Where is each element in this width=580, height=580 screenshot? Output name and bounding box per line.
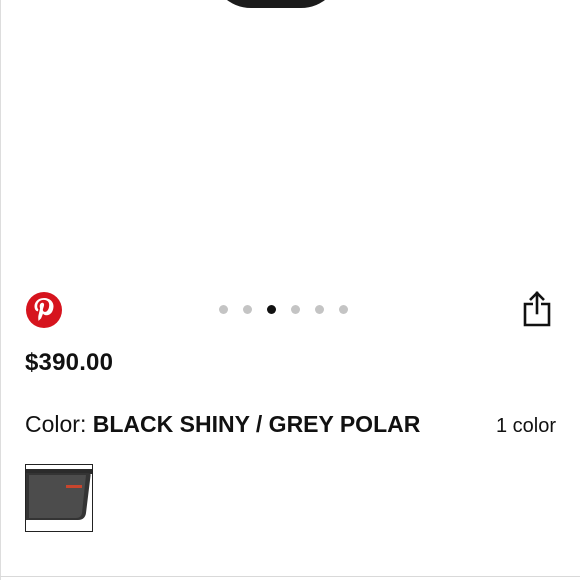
carousel-dot[interactable] [291,305,300,314]
product-page: $390.00 Color: BLACK SHINY / GREY POLAR … [0,0,580,580]
carousel-dot[interactable] [243,305,252,314]
color-label: Color: [25,411,87,437]
carousel-dot[interactable] [219,305,228,314]
share-button[interactable] [522,290,552,328]
pinterest-icon [34,298,54,321]
color-count: 1 color [495,415,556,437]
color-info: Color: BLACK SHINY / GREY POLAR [25,411,420,438]
share-icon [523,291,551,327]
color-name: BLACK SHINY / GREY POLAR [92,411,421,437]
carousel-pagination [219,305,348,315]
carousel-dot[interactable] [267,305,276,314]
section-divider [0,576,580,577]
carousel-dot[interactable] [339,305,348,314]
color-row: Color: BLACK SHINY / GREY POLAR 1 color [25,411,556,438]
carousel-dot[interactable] [315,305,324,314]
sunglasses-thumbnail [26,469,92,520]
product-image-carousel[interactable] [1,0,580,290]
product-price: $390.00 [25,349,114,376]
sunglasses-image [211,0,341,8]
color-swatch-black-shiny[interactable] [25,464,93,532]
pinterest-share-button[interactable] [26,292,62,328]
